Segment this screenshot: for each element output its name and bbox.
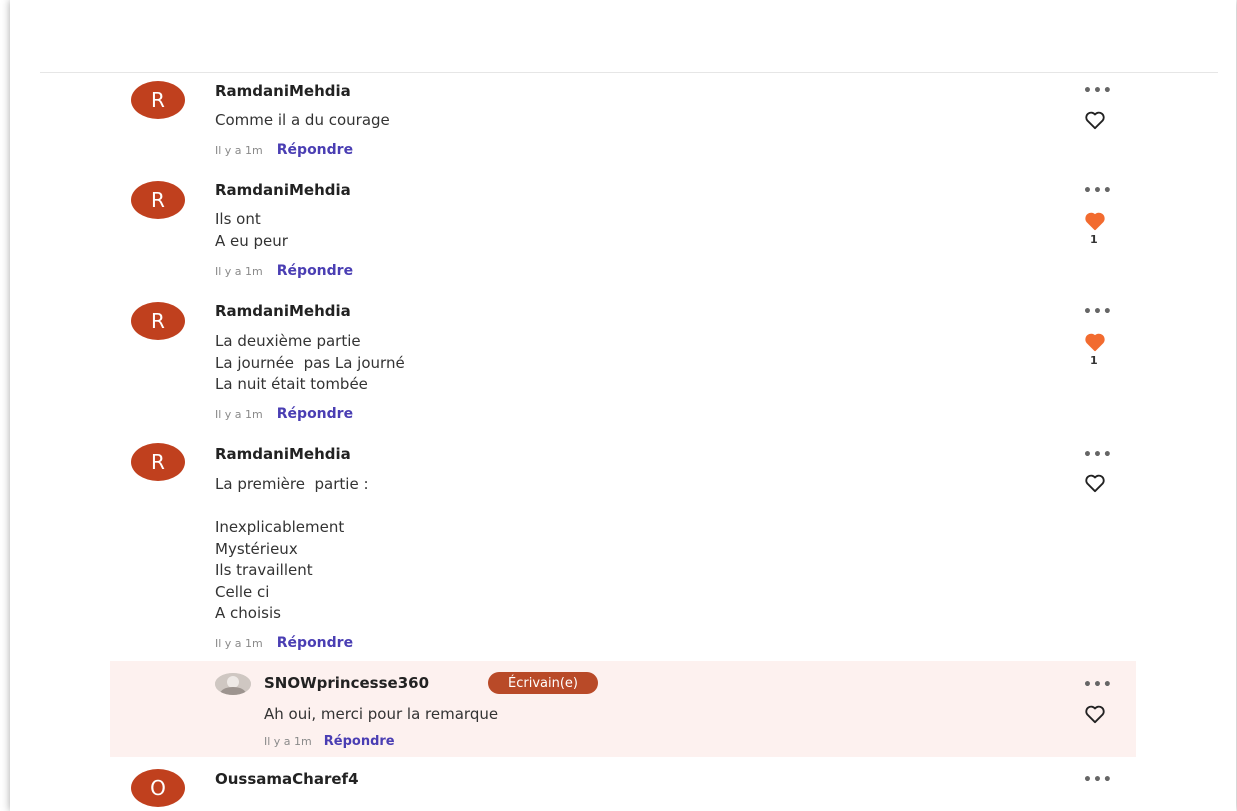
more-options-icon[interactable]: ••• xyxy=(1083,678,1113,692)
profile-picture-icon xyxy=(215,673,251,695)
more-options-icon[interactable]: ••• xyxy=(1083,448,1113,462)
more-options-icon[interactable]: ••• xyxy=(1083,184,1113,198)
comment-username[interactable]: RamdaniMehdia xyxy=(215,445,351,463)
comment-body: La deuxième partie La journée pas La jou… xyxy=(215,331,405,396)
avatar[interactable]: R xyxy=(131,181,185,219)
divider xyxy=(40,72,1218,73)
comment-body: Ils ont A eu peur xyxy=(215,209,288,252)
comment-line: La journée pas La journé xyxy=(215,353,405,372)
comment-meta: Il y a 1m Répondre xyxy=(215,406,353,422)
heart-filled-icon[interactable] xyxy=(1084,211,1106,231)
comment-line: La nuit était tombée xyxy=(215,375,368,393)
comment-username[interactable]: RamdaniMehdia xyxy=(215,302,351,320)
comment-username[interactable]: RamdaniMehdia xyxy=(215,82,351,100)
comment-line: Celle ci xyxy=(215,582,270,601)
avatar[interactable] xyxy=(215,673,251,695)
comment-time: Il y a 1m xyxy=(215,143,263,157)
reply-button[interactable]: Répondre xyxy=(277,142,353,158)
reply-meta: Il y a 1m Répondre xyxy=(264,734,395,749)
heart-outline-icon[interactable] xyxy=(1084,704,1106,724)
avatar[interactable]: R xyxy=(131,302,185,340)
comment-time: Il y a 1m xyxy=(215,264,263,278)
comment-body: Comme il a du courage xyxy=(215,110,390,132)
comment-meta: Il y a 1m Répondre xyxy=(215,142,353,158)
reply-button[interactable]: Répondre xyxy=(277,635,353,651)
comment-line: Ils travaillent xyxy=(215,561,313,579)
heart-outline-icon[interactable] xyxy=(1084,473,1106,493)
comment-meta: Il y a 1m Répondre xyxy=(215,635,353,651)
comment-line: La première partie : xyxy=(215,475,369,493)
heart-outline-icon[interactable] xyxy=(1084,110,1106,130)
comment-line: La deuxième partie xyxy=(215,332,361,350)
avatar[interactable]: R xyxy=(131,81,185,119)
comment-line: A choisis xyxy=(215,604,281,622)
comment-line: Ils ont xyxy=(215,210,261,228)
reply-time: Il y a 1m xyxy=(264,735,312,748)
comment-line: A eu peur xyxy=(215,231,288,250)
avatar[interactable]: R xyxy=(131,443,185,481)
comment-time: Il y a 1m xyxy=(215,636,263,650)
comment-time: Il y a 1m xyxy=(215,407,263,421)
comment-body: La première partie : Inexplicablement My… xyxy=(215,474,369,625)
comment-username[interactable]: RamdaniMehdia xyxy=(215,181,351,199)
comment-line: Comme il a du courage xyxy=(215,111,390,129)
comment-line xyxy=(215,496,369,518)
reply-body: Ah oui, merci pour la remarque xyxy=(264,705,499,723)
like-count: 1 xyxy=(1090,233,1098,246)
writer-badge: Écrivain(e) xyxy=(488,672,598,694)
comment-username[interactable]: OussamaCharef4 xyxy=(215,770,359,788)
comment-line: Inexplicablement xyxy=(215,518,345,536)
heart-filled-icon[interactable] xyxy=(1084,332,1106,352)
more-options-icon[interactable]: ••• xyxy=(1083,84,1113,98)
reply-button[interactable]: Répondre xyxy=(277,263,353,279)
reply-username[interactable]: SNOWprincesse360 xyxy=(264,674,429,692)
more-options-icon[interactable]: ••• xyxy=(1083,305,1113,319)
avatar[interactable]: O xyxy=(131,769,185,807)
reply-button[interactable]: Répondre xyxy=(324,734,395,749)
like-count: 1 xyxy=(1090,354,1098,367)
comment-line: Mystérieux xyxy=(215,539,298,558)
comment-meta: Il y a 1m Répondre xyxy=(215,263,353,279)
more-options-icon[interactable]: ••• xyxy=(1083,773,1113,787)
reply-button[interactable]: Répondre xyxy=(277,406,353,422)
